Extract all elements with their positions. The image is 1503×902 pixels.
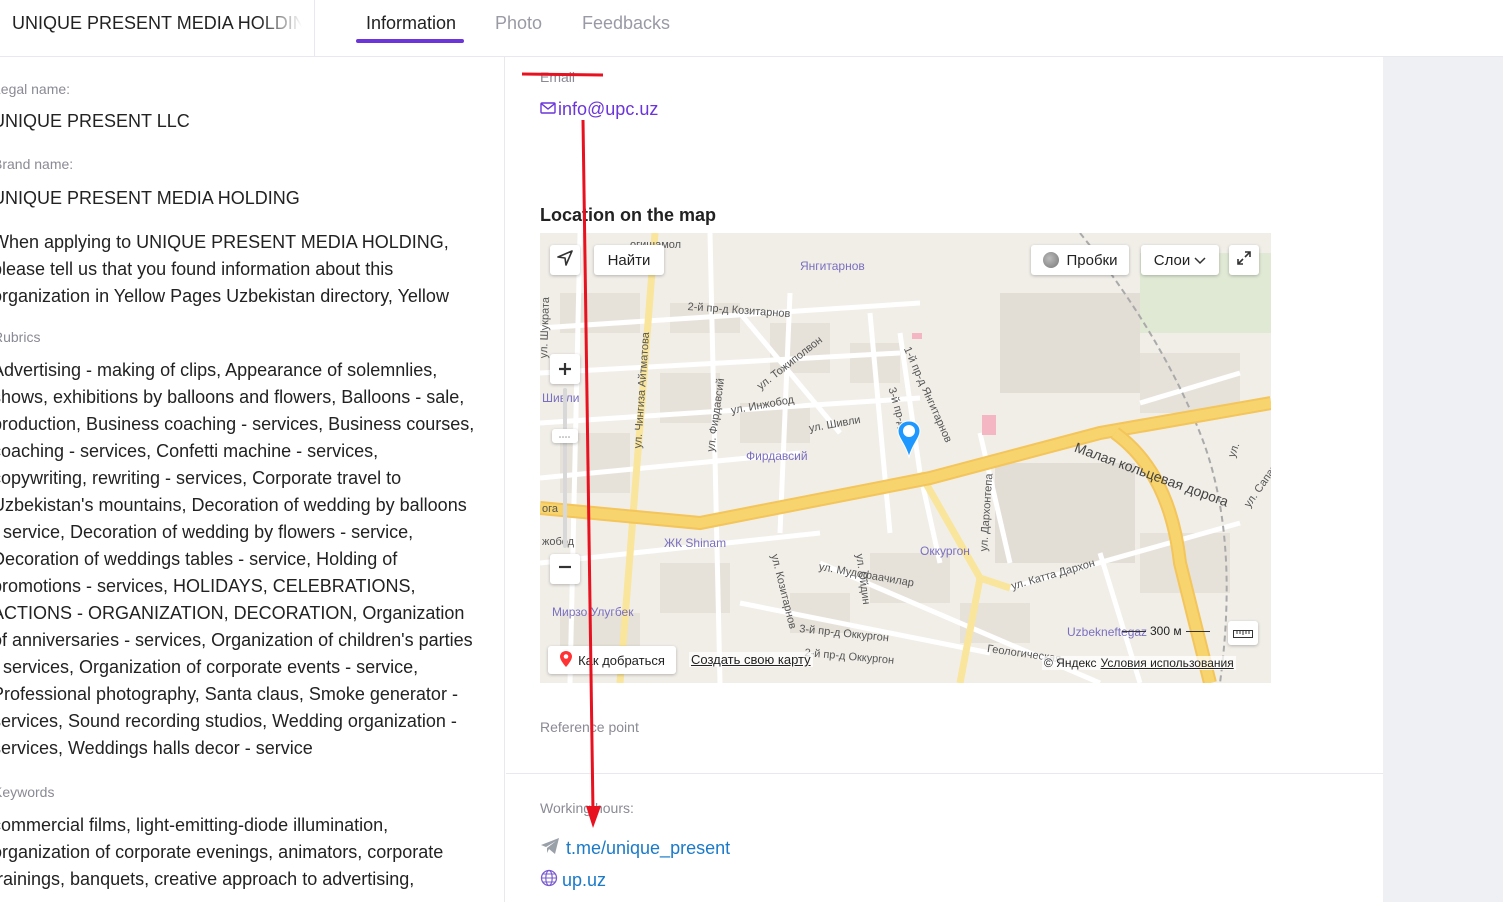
keywords-label: Keywords [0,784,55,800]
chevron-down-icon [1194,252,1206,269]
top-header: UNIQUE PRESENT MEDIA HOLDING Information… [0,0,1503,57]
location-map[interactable]: огишамол Янгитарнов 2-й пр-д Козитарнов … [540,233,1271,683]
description-text: When applying to UNIQUE PRESENT MEDIA HO… [0,229,482,310]
working-hours-label: Working hours: [540,800,634,816]
email-address[interactable]: info@upc.uz [558,99,658,120]
traffic-label: Пробки [1066,251,1118,269]
rubrics-line: of anniversaries - services, Organizatio… [0,630,473,650]
ruler-button[interactable] [1228,621,1258,645]
rubrics-line: shows, exhibitions by balloons and flowe… [0,387,465,407]
layers-label: Слои [1153,251,1191,269]
keywords-line: commercial films, light-emitting-diode i… [0,815,389,835]
contact-column: Email info@upc.uz Location on the map Ян… [506,57,1383,902]
district-label: ЖК Shinam [664,536,727,550]
navigation-arrow-icon [557,250,573,270]
rubrics-line: Decoration of weddings tables - service,… [0,549,398,569]
map-marker-icon [559,650,573,671]
rubrics-line: services, Sound recording studios, Weddi… [0,711,457,731]
tab-information[interactable]: Information [366,13,456,34]
map-copyright: © Яндекс Условия использования [1042,656,1236,670]
mail-icon [540,99,556,120]
zoom-out-button[interactable] [550,554,580,584]
layers-button[interactable]: Слои [1141,245,1219,275]
plus-icon [558,355,572,383]
district-label: Янгитарнов [800,259,865,273]
rubrics-line: Professional photography, Santa claus, S… [0,684,458,704]
website-link[interactable]: up.uz [540,869,606,892]
street-label: ога [542,503,559,515]
street-label: жобод [542,536,575,548]
rubrics-line: copywriting, rewriting - services, Corpo… [0,468,402,488]
website-url[interactable]: up.uz [562,870,606,891]
rubrics-line: Advertising - making of clips, Appearanc… [0,360,438,380]
location-pin-icon[interactable] [896,419,922,464]
map-scale: 300 м [1122,624,1210,638]
rubrics-label: Rubrics [0,329,41,345]
keywords-line: trainings, banquets, creative approach t… [0,869,415,889]
rubrics-line: ACTIONS - ORGANIZATION, DECORATION, Orga… [0,603,465,623]
district-label: Фирдавсий [746,449,808,463]
telegram-url[interactable]: t.me/unique_present [566,838,730,859]
legal-name-label: Legal name: [0,81,71,97]
traffic-icon [1042,252,1059,268]
geolocation-button[interactable] [550,245,580,275]
email-label: Email [540,69,576,85]
map-search-button[interactable]: Найти [594,245,664,275]
copyright-text: © Яндекс [1044,656,1097,670]
brand-name-label: Brand name: [0,156,74,172]
scale-label: 300 м [1150,624,1182,638]
zoom-slider-handle[interactable] [552,429,578,443]
scale-bar-right [1185,630,1210,632]
rubrics-text: Advertising - making of clips, Appearanc… [0,357,482,762]
section-divider [506,773,1383,774]
zoom-in-button[interactable] [550,354,580,384]
globe-icon [540,869,558,892]
company-details-column: Legal name: UNIQUE PRESENT LLC Brand nam… [0,57,505,902]
description-line: organization in Yellow Pages Uzbekistan … [0,286,449,306]
district-label: Оккургон [920,544,970,558]
active-tab-indicator [356,39,464,43]
email-link[interactable]: info@upc.uz [540,99,658,120]
terms-link[interactable]: Условия использования [1101,656,1234,670]
minus-icon [558,560,572,578]
rubrics-line: - services, Organization of corporate ev… [0,657,419,677]
rubrics-line: production, Business coaching - services… [0,414,475,434]
scale-bar-left [1122,630,1146,632]
map-section-title: Location on the map [540,205,717,225]
brand-name-value: UNIQUE PRESENT MEDIA HOLDING [0,188,300,208]
header-divider [314,0,315,57]
telegram-icon [540,837,560,860]
keywords-line: organization of corporate evenings, anim… [0,842,444,862]
rubrics-line: - service, Decoration of wedding by flow… [0,522,414,542]
rubrics-line: coaching - services, Confetti machine - … [0,441,379,461]
right-sidebar-background [1383,57,1503,902]
route-button[interactable]: Как добраться [548,646,676,674]
rubrics-line: Uzbekistan's mountains, Decoration of we… [0,495,467,515]
rubrics-line: services, Weddings halls decor - service [0,738,313,758]
zoom-slider-track[interactable] [563,388,567,548]
description-line: When applying to UNIQUE PRESENT MEDIA HO… [0,232,449,252]
create-map-link[interactable]: Создать свою карту [689,652,813,667]
legal-name-value: UNIQUE PRESENT LLC [0,111,190,131]
telegram-link[interactable]: t.me/unique_present [540,837,730,860]
traffic-button[interactable]: Пробки [1031,245,1129,275]
company-title: UNIQUE PRESENT MEDIA HOLDING [12,13,302,33]
ruler-icon [1233,625,1253,642]
tab-photo[interactable]: Photo [495,13,542,34]
street-label: ул. Шукрата [540,296,553,359]
tab-feedbacks[interactable]: Feedbacks [582,13,670,34]
rubrics-line: promotions - services, HOLIDAYS, CELEBRA… [0,576,416,596]
expand-icon [1236,250,1252,270]
reference-point-label: Reference point [540,719,639,735]
route-label: Как добраться [578,652,665,668]
description-line: please tell us that you found informatio… [0,259,394,279]
fullscreen-button[interactable] [1229,245,1259,275]
grip-icon [559,432,571,441]
district-label: Шивли [542,391,580,405]
district-label: Мирзо Улугбек [552,605,634,619]
keywords-text: commercial films, light-emitting-diode i… [0,812,482,893]
